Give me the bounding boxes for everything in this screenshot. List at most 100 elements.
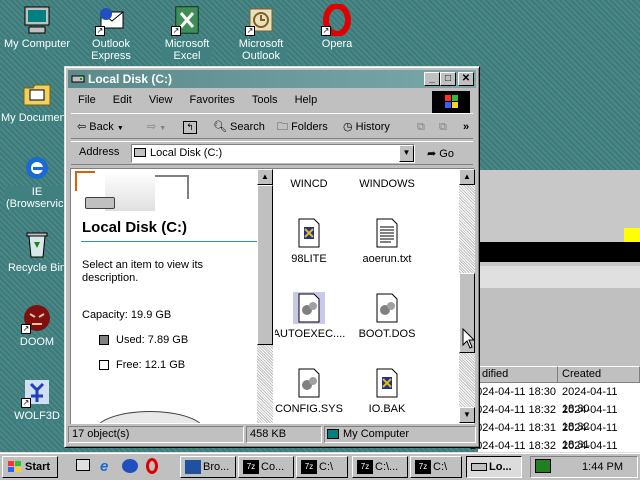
address-dropdown-button[interactable]: ▼ xyxy=(399,145,414,162)
taskbar-button-label: Bro... xyxy=(203,461,230,473)
internet-explorer-icon: e xyxy=(100,458,109,475)
quick-launch-outlook-express[interactable] xyxy=(122,459,138,473)
status-bar: 17 object(s) 458 KB My Computer xyxy=(68,424,476,444)
scroll-up-button[interactable]: ▲ xyxy=(459,169,475,185)
tray-network-icon[interactable] xyxy=(535,459,551,473)
menu-file[interactable]: File xyxy=(71,91,103,109)
table-row[interactable]: 2024-04-11 18:30 2024-04-11 18:30 xyxy=(470,384,640,415)
file-item-windows[interactable]: WINDOWS xyxy=(347,178,427,190)
desktop-icon-outlook[interactable]: ↗ Microsoft Outlook xyxy=(224,4,298,62)
file-item-autoexec[interactable]: AUTOEXEC.... xyxy=(275,292,349,340)
menu-help[interactable]: Help xyxy=(288,91,325,109)
setup-exe-icon xyxy=(371,367,403,399)
start-button[interactable]: Start xyxy=(2,456,58,478)
search-button[interactable]: 🔍︎ Search xyxy=(213,118,265,136)
outlook-icon: ↗ xyxy=(245,4,277,36)
taskbar-button-browservice[interactable]: Bro... xyxy=(180,456,236,478)
close-button[interactable]: ✕ xyxy=(458,72,474,86)
desktop-icon-recycle-bin[interactable]: Recycle Bin xyxy=(0,228,74,274)
desktop-icon-opera[interactable]: ↗ Opera xyxy=(300,3,374,50)
desktop-icon-my-documents[interactable]: My Documents xyxy=(0,78,76,124)
window-title: Local Disk (C:) xyxy=(88,72,173,86)
history-icon: ◷ xyxy=(343,121,353,133)
quick-launch-ie[interactable]: e xyxy=(100,458,108,475)
scroll-up-button[interactable]: ▲ xyxy=(257,169,273,185)
go-button[interactable]: ➦ Go xyxy=(427,145,454,163)
search-icon: 🔍︎ xyxy=(213,121,227,133)
windows-logo-icon xyxy=(432,91,470,113)
desktop-icon-wolf3d[interactable]: ↗ WOLF3D xyxy=(0,376,74,422)
taskbar-button-7zip-2[interactable]: 7z C:\ xyxy=(296,456,348,478)
taskbar-button-7zip-3[interactable]: 7z C:\... xyxy=(352,456,408,478)
taskbar-button-7zip-1[interactable]: 7z Co... xyxy=(238,456,294,478)
windows-flag-icon xyxy=(7,460,23,474)
menu-view[interactable]: View xyxy=(142,91,180,109)
table-row[interactable]: 2024-04-11 18:32 2024-04-11 18:32 xyxy=(470,402,640,433)
desktop-icon-outlook-express[interactable]: ↗ Outlook Express xyxy=(74,4,148,62)
close-icon: ✕ xyxy=(461,73,471,84)
desktop-icon-label: Microsoft Outlook xyxy=(235,38,287,62)
desktop-icon-ie[interactable]: IE (Browservice) xyxy=(0,152,74,210)
file-item-boot-dos[interactable]: BOOT.DOS xyxy=(347,292,427,340)
quick-launch-show-desktop[interactable] xyxy=(76,459,92,475)
menu-edit[interactable]: Edit xyxy=(106,91,139,109)
modified-cell: 2024-04-11 18:30 xyxy=(470,386,557,398)
system-file-icon xyxy=(293,292,325,324)
drive-large-icon xyxy=(85,197,115,209)
taskbar-button-7zip-4[interactable]: 7z C:\ xyxy=(410,456,462,478)
quick-launch-opera[interactable] xyxy=(146,458,158,474)
table-row[interactable]: 2024-04-11 18:31 2024-04-11 18:31 xyxy=(470,420,640,451)
menu-bar: File Edit View Favorites Tools Help xyxy=(71,91,473,113)
desktop-icon-excel[interactable]: ↗ Microsoft Excel xyxy=(150,4,224,62)
shortcut-arrow-icon: ↗ xyxy=(245,26,255,36)
left-pane-scrollbar[interactable]: ▲ xyxy=(257,169,273,423)
address-input[interactable]: Local Disk (C:) ▼ xyxy=(131,144,415,163)
desktop-icon-doom[interactable]: ↗ DOOM xyxy=(0,302,74,348)
scroll-down-button[interactable]: ▼ xyxy=(459,407,475,423)
free-text: Free: 12.1 GB xyxy=(116,359,186,371)
recycle-bin-icon xyxy=(21,228,53,260)
tray-clock[interactable]: 1:44 PM xyxy=(582,459,623,475)
drive-icon xyxy=(134,148,146,157)
taskbar-button-label: Lo... xyxy=(489,461,512,473)
file-item-wincd[interactable]: WINCD xyxy=(275,178,349,190)
file-item-io-bak[interactable]: IO.BAK xyxy=(347,367,427,415)
window-titlebar[interactable]: Local Disk (C:) _ □ ✕ xyxy=(68,70,476,88)
back-button[interactable]: ⇦ Back ▼ xyxy=(77,118,124,136)
left-pane-hint: Select an item to view its description. xyxy=(82,259,204,284)
column-header-created[interactable]: Created xyxy=(558,366,640,383)
file-item-98lite[interactable]: 98LITE xyxy=(275,217,349,265)
7zip-icon: 7z xyxy=(415,460,431,474)
up-folder-button[interactable]: ↰ xyxy=(183,118,197,136)
shortcut-arrow-icon: ↗ xyxy=(21,398,31,408)
desktop-icon-my-computer[interactable]: My Computer xyxy=(0,4,74,50)
desktop-icon-label: Microsoft Excel xyxy=(162,38,212,62)
move-to-button[interactable]: ⧉ xyxy=(417,118,425,136)
file-item-aoerun-txt[interactable]: aoerun.txt xyxy=(347,217,427,265)
maximize-button[interactable]: □ xyxy=(440,72,456,86)
address-value: Local Disk (C:) xyxy=(150,147,223,159)
scroll-thumb[interactable] xyxy=(257,185,273,345)
history-button[interactable]: ◷ History xyxy=(343,118,390,136)
menu-favorites[interactable]: Favorites xyxy=(183,91,242,109)
forward-button[interactable]: ⇨ ▼ xyxy=(147,118,166,136)
file-item-config-sys[interactable]: CONFIG.SYS xyxy=(275,367,349,415)
folders-button[interactable]: 🗀 Folders xyxy=(277,118,328,136)
copy-to-button[interactable]: ⧉ xyxy=(439,118,447,136)
content-area: Local Disk (C:) Select an item to view i… xyxy=(70,168,475,424)
minimize-button[interactable]: _ xyxy=(424,72,440,86)
search-label: Search xyxy=(230,121,265,133)
toolbar-overflow-button[interactable]: » xyxy=(463,118,469,136)
file-list-scrollbar[interactable]: ▲ ▼ xyxy=(459,169,475,423)
taskbar-button-local-disk[interactable]: Lo... xyxy=(466,456,522,478)
back-label: Back xyxy=(89,121,114,133)
opera-icon: ↗ xyxy=(321,3,353,37)
file-name: aoerun.txt xyxy=(362,253,412,265)
left-pane-heading: Local Disk (C:) xyxy=(82,219,188,236)
column-header-modified[interactable]: dified xyxy=(478,366,558,383)
menu-tools[interactable]: Tools xyxy=(245,91,285,109)
background-window xyxy=(478,170,640,288)
chevron-down-icon: ▼ xyxy=(402,148,411,157)
opera-icon xyxy=(146,458,158,474)
maximize-icon: □ xyxy=(444,73,452,84)
